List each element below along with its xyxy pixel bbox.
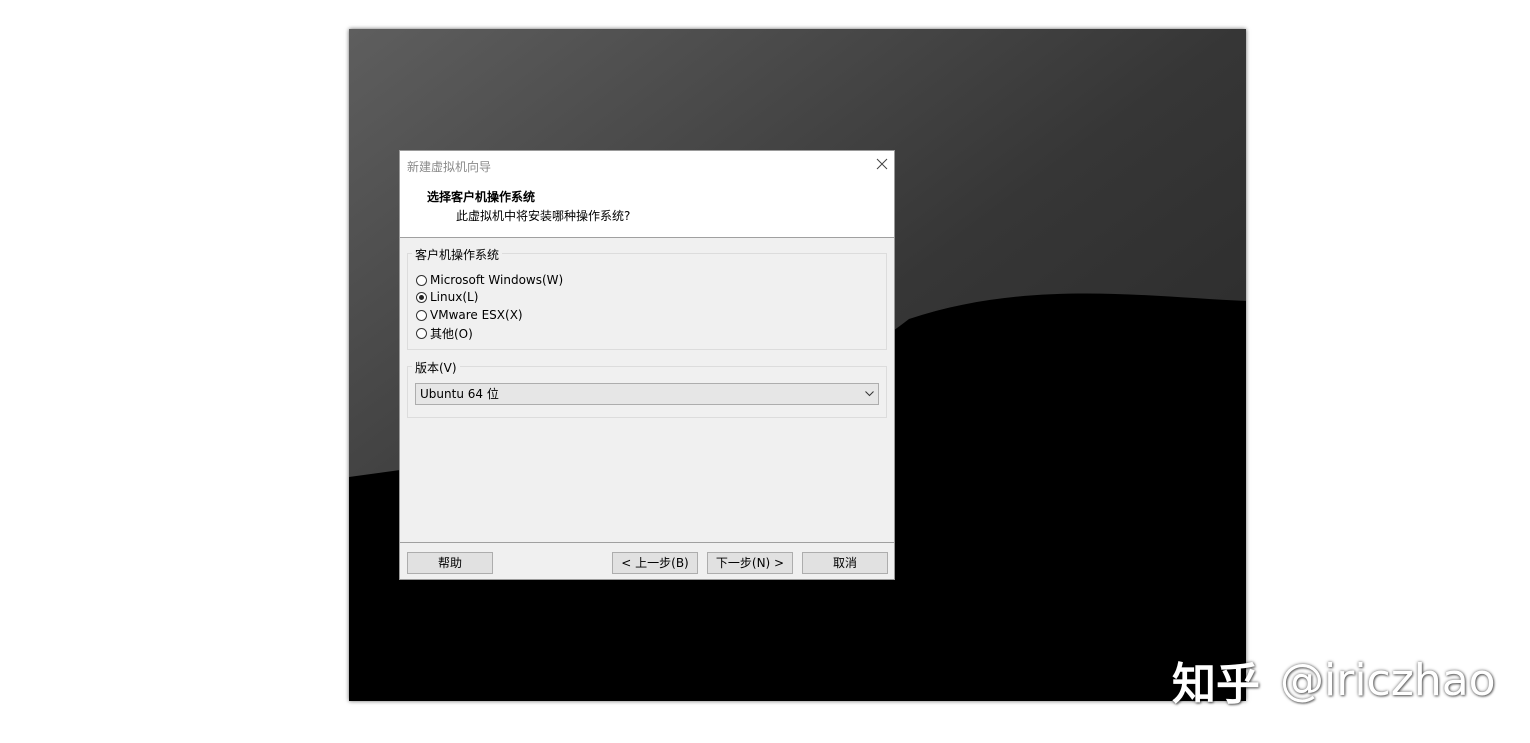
dialog-header: 新建虚拟机向导 选择客户机操作系统 此虚拟机中将安装哪种操作系统? <box>400 151 894 238</box>
watermark-brand: 知乎 <box>1172 659 1260 710</box>
version-select-value: Ubuntu 64 位 <box>420 387 499 401</box>
next-button[interactable]: 下一步(N) > <box>707 552 793 574</box>
guest-os-groupbox <box>407 253 887 350</box>
cancel-button[interactable]: 取消 <box>802 552 888 574</box>
step-title: 选择客户机操作系统 <box>427 190 536 204</box>
new-vm-wizard-dialog: 新建虚拟机向导 选择客户机操作系统 此虚拟机中将安装哪种操作系统? 客户机操作系… <box>399 150 895 580</box>
radio-button[interactable] <box>416 274 427 286</box>
window-title: 新建虚拟机向导 <box>407 160 492 174</box>
radio-button[interactable] <box>416 327 427 339</box>
help-button[interactable]: 帮助 <box>407 552 493 574</box>
radio-label: Microsoft Windows(W) <box>430 273 564 287</box>
radio-vmware-esx[interactable]: VMware ESX(X) <box>416 307 523 323</box>
radio-label: 其他(O) <box>430 326 473 341</box>
version-select[interactable]: Ubuntu 64 位 <box>415 383 879 405</box>
radio-button-checked[interactable] <box>416 291 427 303</box>
footer-divider <box>400 542 894 543</box>
back-button[interactable]: < 上一步(B) <box>612 552 698 574</box>
close-icon[interactable] <box>874 156 890 172</box>
radio-microsoft-windows[interactable]: Microsoft Windows(W) <box>416 272 563 288</box>
watermark-handle: @iriczhao <box>1280 654 1496 706</box>
chevron-down-icon[interactable] <box>865 391 874 397</box>
radio-label: VMware ESX(X) <box>430 308 523 322</box>
radio-button[interactable] <box>416 309 427 321</box>
radio-linux[interactable]: Linux(L) <box>416 289 478 305</box>
guest-os-group-label: 客户机操作系统 <box>412 246 503 263</box>
version-group-label: 版本(V) <box>412 359 460 376</box>
zhihu-watermark: 知乎 @iriczhao <box>1172 652 1496 711</box>
radio-label: Linux(L) <box>430 290 479 304</box>
step-subtitle: 此虚拟机中将安装哪种操作系统? <box>456 209 631 223</box>
radio-other[interactable]: 其他(O) <box>416 325 473 341</box>
